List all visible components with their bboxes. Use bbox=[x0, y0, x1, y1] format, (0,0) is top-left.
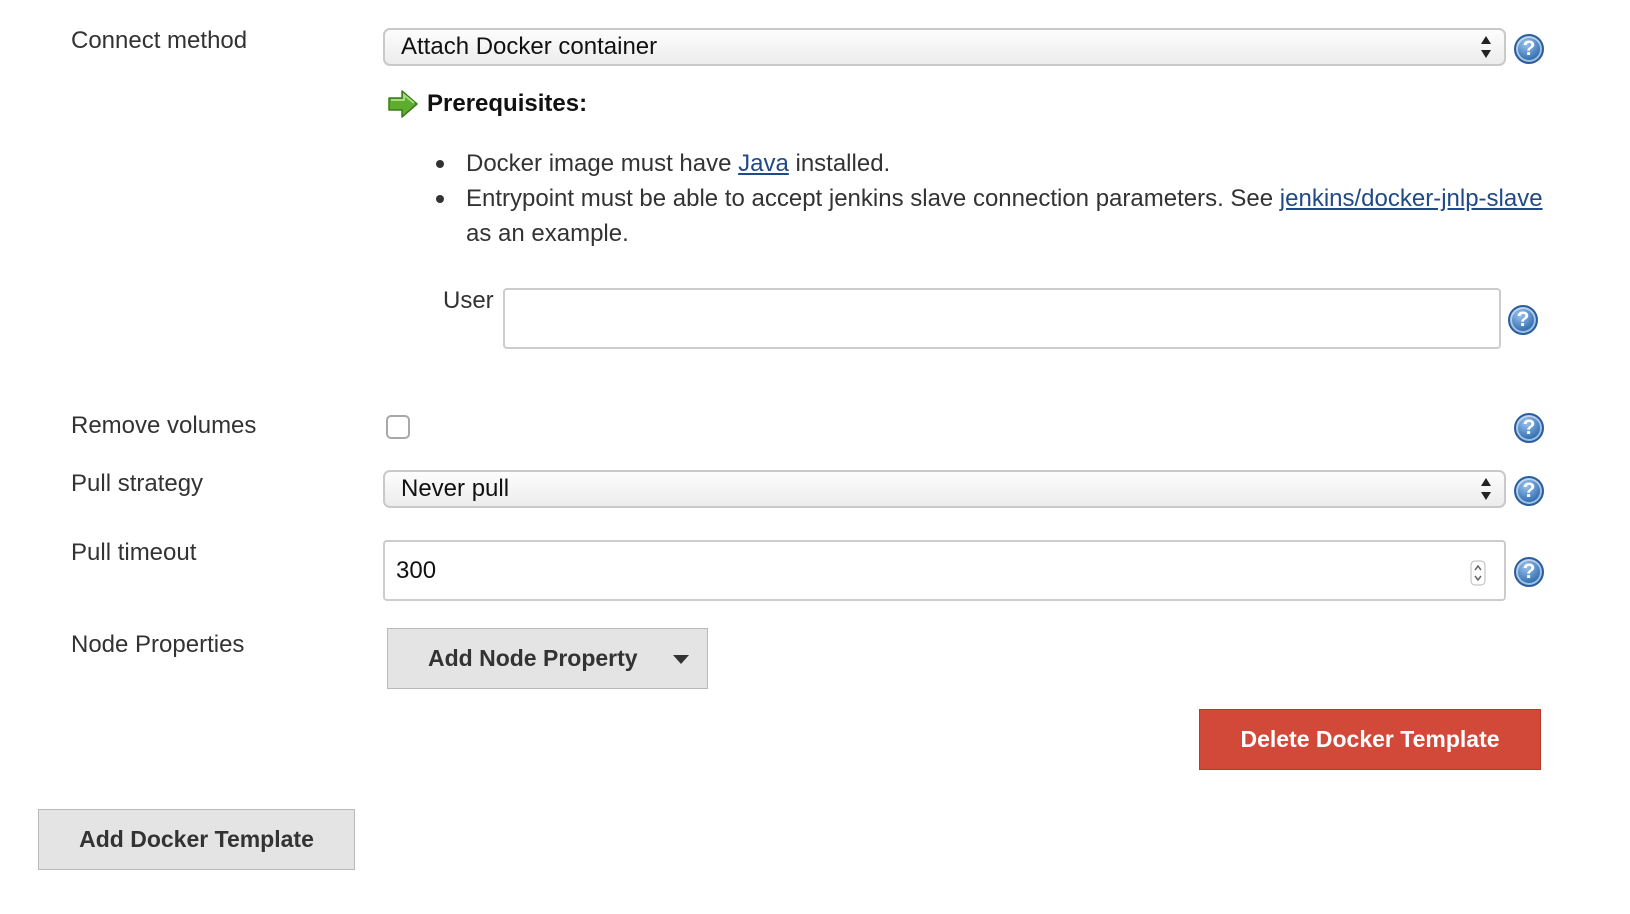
help-icon[interactable]: ? bbox=[1514, 476, 1544, 506]
remove-volumes-label: Remove volumes bbox=[71, 412, 257, 439]
select-arrows-icon bbox=[1481, 36, 1491, 58]
pull-timeout-value: 300 bbox=[396, 557, 437, 584]
prerequisites-title: Prerequisites: bbox=[427, 90, 588, 117]
add-docker-template-button[interactable]: Add Docker Template bbox=[38, 809, 355, 870]
java-link[interactable]: Java bbox=[738, 150, 789, 177]
user-input[interactable] bbox=[503, 288, 1501, 349]
pull-strategy-selected-value: Never pull bbox=[401, 475, 510, 502]
pull-timeout-input[interactable]: 300 bbox=[383, 540, 1506, 601]
add-node-property-button[interactable]: Add Node Property bbox=[387, 628, 708, 689]
list-item: Entrypoint must be able to accept jenkin… bbox=[436, 181, 1556, 251]
select-arrows-icon bbox=[1481, 478, 1491, 500]
pull-strategy-label: Pull strategy bbox=[71, 470, 204, 497]
green-arrow-icon bbox=[388, 90, 418, 118]
chevron-down-icon bbox=[673, 655, 689, 664]
pull-strategy-select[interactable]: Never pull bbox=[383, 470, 1506, 508]
help-icon[interactable]: ? bbox=[1514, 557, 1544, 587]
delete-docker-template-button[interactable]: Delete Docker Template bbox=[1199, 709, 1541, 770]
connect-method-label: Connect method bbox=[71, 27, 248, 54]
pull-timeout-label: Pull timeout bbox=[71, 539, 197, 566]
docker-jnlp-slave-link[interactable]: jenkins/docker-jnlp-slave bbox=[1280, 185, 1543, 212]
help-icon[interactable]: ? bbox=[1508, 305, 1538, 335]
node-properties-label: Node Properties bbox=[71, 631, 245, 658]
connect-method-select[interactable]: Attach Docker container bbox=[383, 28, 1506, 66]
connect-method-selected-value: Attach Docker container bbox=[401, 33, 658, 60]
help-icon[interactable]: ? bbox=[1514, 34, 1544, 64]
number-spinner-icon[interactable] bbox=[1470, 560, 1486, 586]
list-item: Docker image must have Java installed. bbox=[436, 146, 1556, 181]
help-icon[interactable]: ? bbox=[1514, 413, 1544, 443]
prerequisites-list: Docker image must have Java installed. E… bbox=[436, 146, 1556, 251]
remove-volumes-checkbox[interactable] bbox=[386, 415, 410, 439]
add-node-property-label: Add Node Property bbox=[428, 645, 638, 671]
user-label: User bbox=[443, 287, 494, 314]
